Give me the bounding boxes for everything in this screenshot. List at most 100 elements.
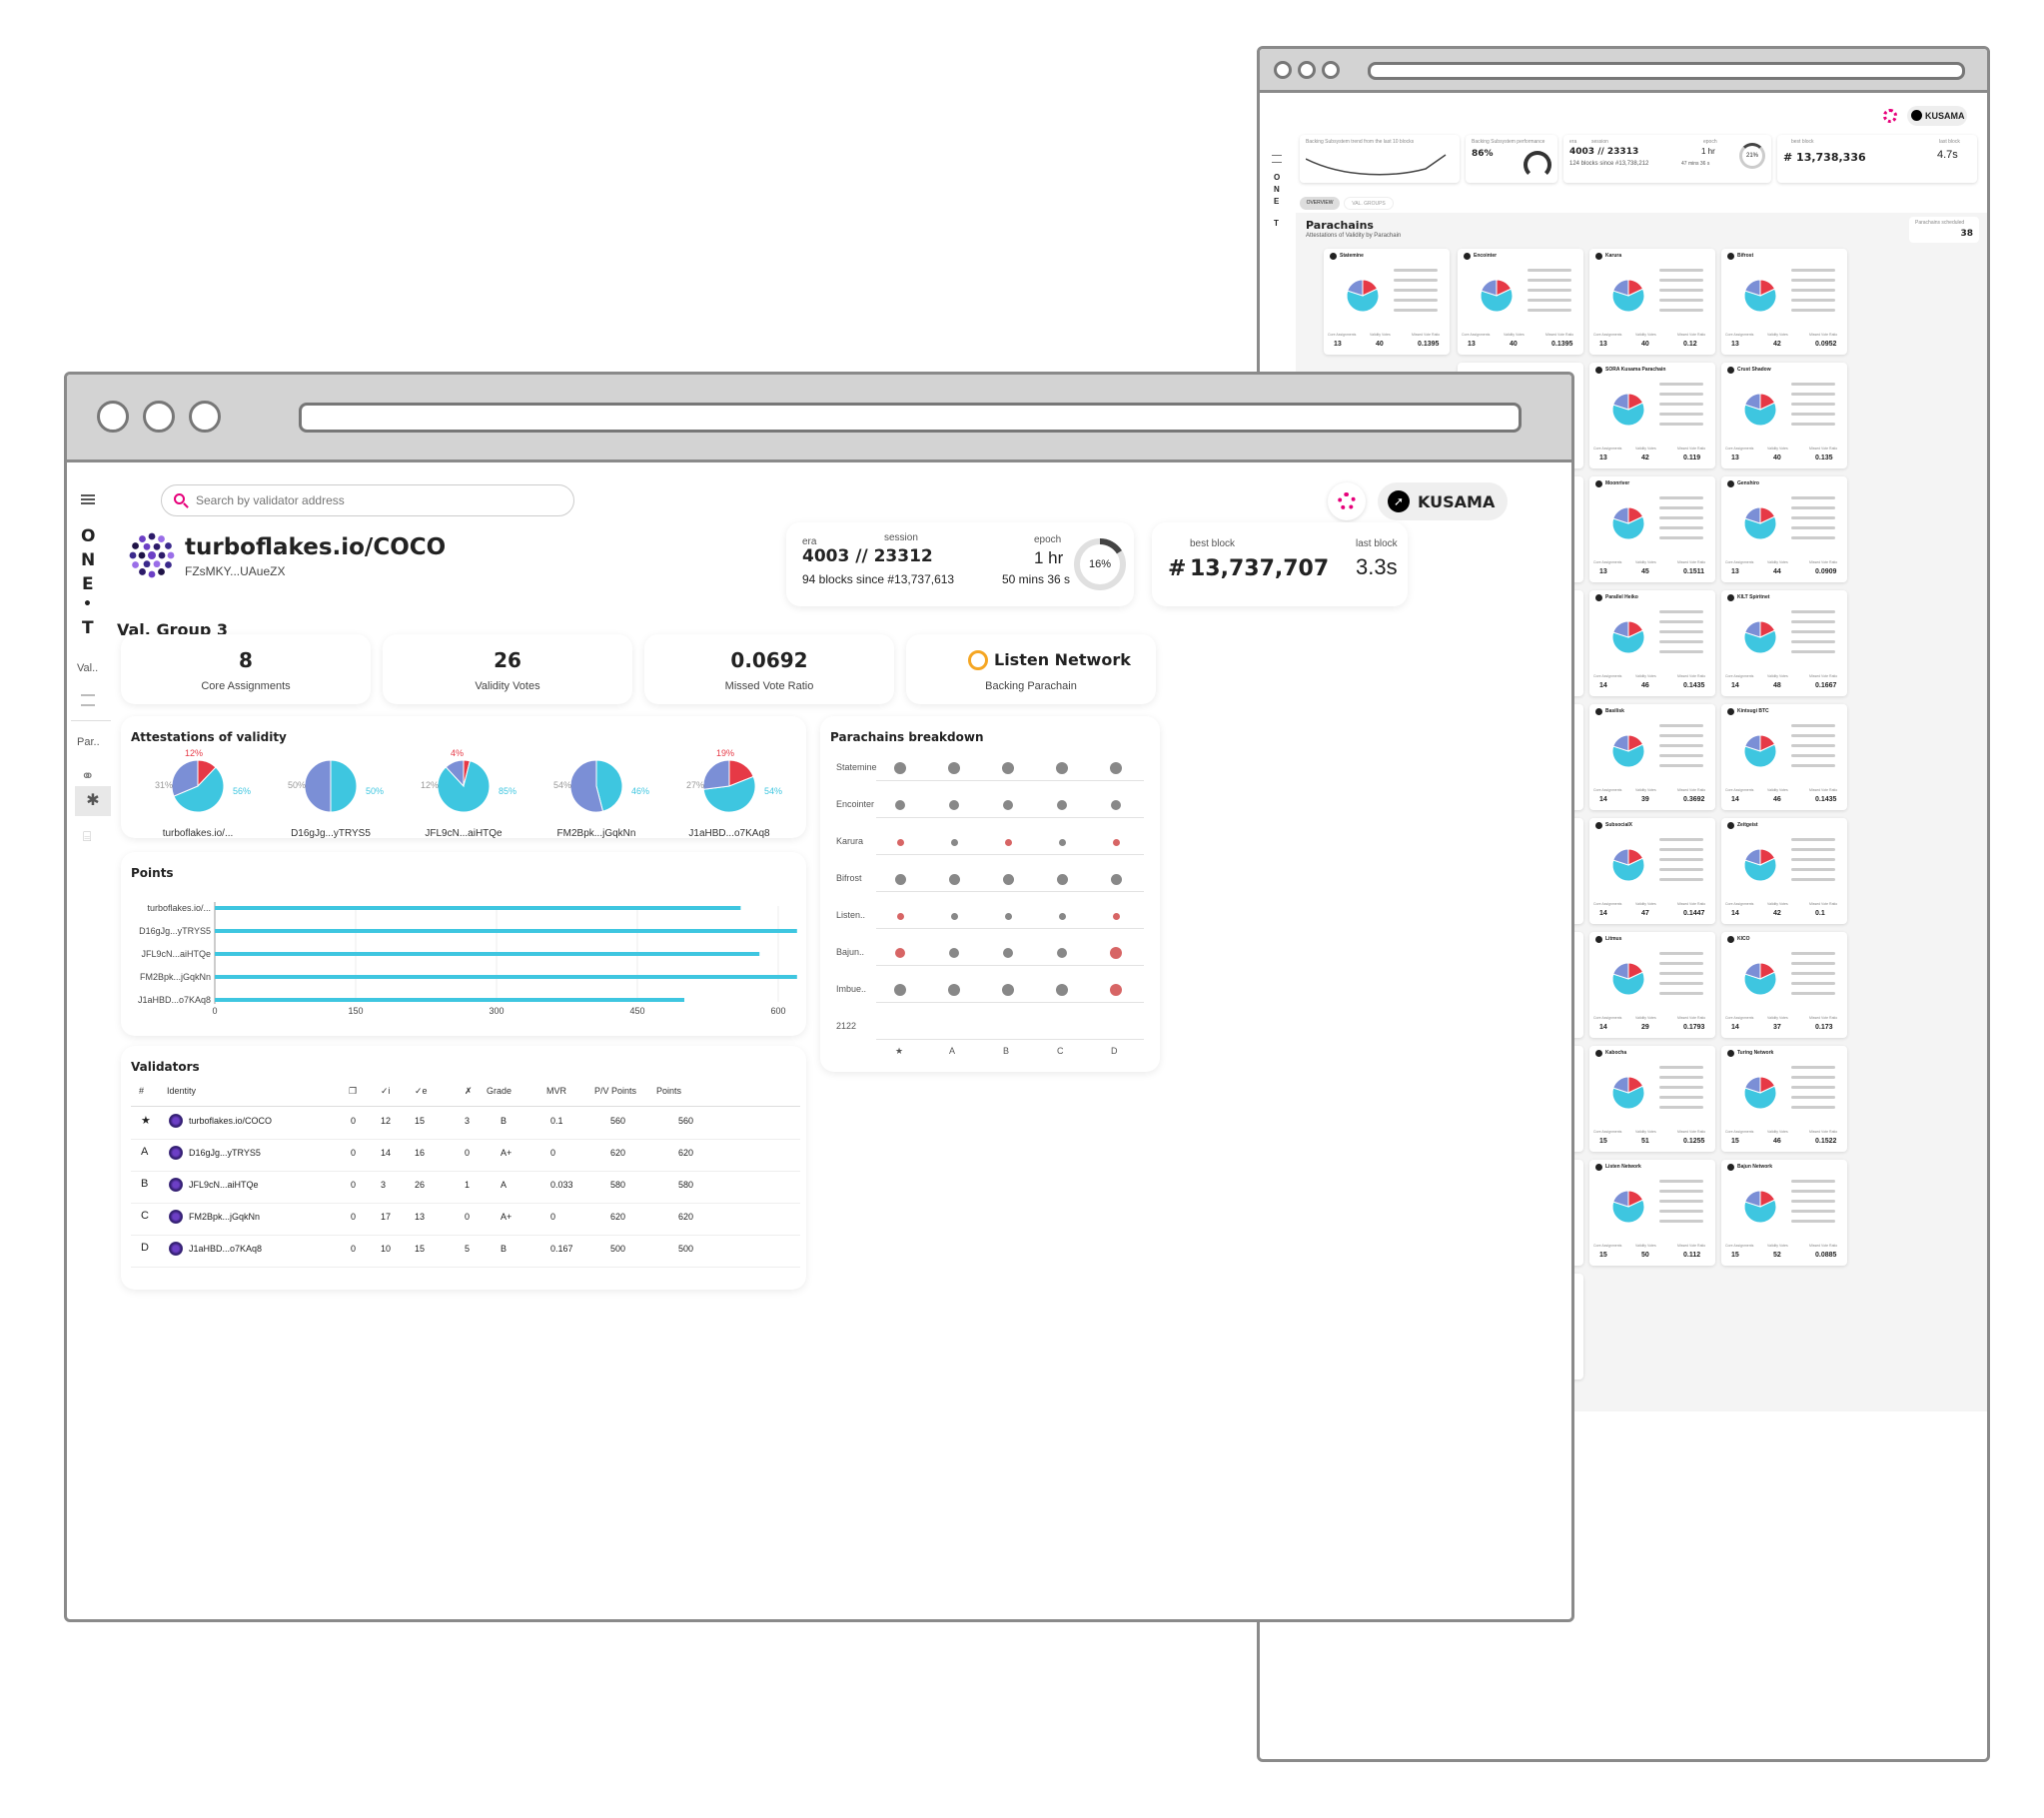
parachain-card[interactable]: Genshiro Core Assignments 13 Validity Votes… [1721, 476, 1847, 582]
col-header-2[interactable]: ❐ [349, 1086, 357, 1097]
back-tab-overview[interactable]: OVERVIEW [1300, 197, 1340, 210]
parachain-icon [1727, 1050, 1734, 1057]
validator-line [1659, 536, 1703, 539]
validator-line [1659, 620, 1703, 623]
parachain-card[interactable]: Karura Core Assignments 13 Validity Votes 40… [1589, 249, 1715, 355]
front-window-close-button[interactable] [97, 401, 129, 433]
card-stat-value: 44 [1773, 568, 1781, 575]
breakdown-dot [1110, 762, 1122, 774]
parachain-card[interactable]: Bifrost Core Assignments 13 Validity Votes 4… [1721, 249, 1847, 355]
parachain-name: Moonriver [1605, 480, 1630, 486]
validator-line [1528, 309, 1571, 312]
pie-2-label: 4% [451, 748, 464, 758]
avatar-dot [138, 551, 146, 559]
parachain-card[interactable]: Kabocha Core Assignments 15 Validity Votes 5… [1589, 1046, 1715, 1152]
card-stat-value: 0.135 [1815, 454, 1833, 461]
parachain-card[interactable]: Kintsugi BTC Core Assignments 14 Validity V… [1721, 704, 1847, 810]
cell-0: A [141, 1146, 149, 1158]
breakdown-dot [896, 912, 904, 920]
parachain-card[interactable]: Parallel Heiko Core Assignments 14 Validity… [1589, 590, 1715, 696]
parachain-card[interactable]: Listen Network Core Assignments 15 Validity… [1589, 1160, 1715, 1266]
parachain-card[interactable]: Turing Network Core Assignments 15 Validity… [1721, 1046, 1847, 1152]
front-sidebar-link-icon[interactable]: ⚭ [81, 766, 94, 786]
avatar-dot [139, 535, 146, 542]
points-bar [215, 906, 741, 910]
parachain-card[interactable]: Statemine Core Assignments 13 Validity Vote… [1324, 249, 1450, 355]
col-header-8[interactable]: P/V Points [594, 1086, 636, 1096]
parachain-card[interactable]: Bajun Network Core Assignments 15 Validity … [1721, 1160, 1847, 1266]
col-header-9[interactable]: Points [656, 1086, 681, 1096]
back-polkadot-icon[interactable] [1883, 109, 1897, 123]
card-stat-value: 0.1667 [1815, 682, 1837, 689]
parachain-card[interactable]: KICO Core Assignments 14 Validity Votes 37 Mi… [1721, 932, 1847, 1038]
col-header-5[interactable]: ✗ [465, 1086, 473, 1097]
parachain-card[interactable]: KILT Spiritnet Core Assignments 14 Validity… [1721, 590, 1847, 696]
back-parachains-title: Parachains [1306, 219, 1374, 232]
avatar-dot [129, 551, 137, 559]
card-stat-label: Validity Votes [1635, 1016, 1656, 1020]
back-window-maximize-button[interactable] [1322, 61, 1340, 79]
parachain-card[interactable]: SORA Kusama Parachain Core Assignments 13 V… [1589, 363, 1715, 468]
card-stat-label: Validity Votes [1635, 1244, 1656, 1248]
col-header-0[interactable]: # [139, 1086, 144, 1096]
card-stat-label: Validity Votes [1767, 902, 1788, 906]
pie-0-label: 56% [233, 786, 251, 796]
front-window-maximize-button[interactable] [189, 401, 221, 433]
table-row[interactable]: A D16gJg...yTRYS5 0 14 16 0 A+ 0 620 620 [131, 1140, 800, 1172]
back-window-minimize-button[interactable] [1298, 61, 1316, 79]
search-icon-handle [183, 502, 189, 508]
parachain-card[interactable]: Litmus Core Assignments 14 Validity Votes 29… [1589, 932, 1715, 1038]
back-address-bar[interactable] [1368, 62, 1965, 80]
back-perf-gauge [1524, 151, 1551, 179]
validator-line [1659, 1106, 1703, 1109]
validator-line [1791, 536, 1835, 539]
front-sidebar-network-icon-active[interactable]: ✱ [75, 786, 111, 816]
parachain-card[interactable]: Basilisk Core Assignments 14 Validity Votes… [1589, 704, 1715, 810]
card-stat-label: Missed Vote Ratio [1809, 447, 1838, 451]
back-tab-val-groups[interactable]: VAL. GROUPS [1344, 197, 1394, 210]
table-row[interactable]: B JFL9cN...aiHTQe 0 3 26 1 A 0.033 580 580 [131, 1172, 800, 1204]
card-stat-value: 46 [1773, 1138, 1781, 1145]
col-header-1[interactable]: Identity [167, 1086, 196, 1096]
parachain-card[interactable]: Crust Shadow Core Assignments 13 Validity V… [1721, 363, 1847, 468]
avatar-dot [143, 542, 151, 550]
card-stat-value: 40 [1773, 454, 1781, 461]
card-stat-value: 0.3692 [1683, 796, 1705, 803]
validator-line [1791, 1086, 1835, 1089]
front-sidebar-par-link[interactable]: Par.. [77, 736, 100, 748]
table-row[interactable]: D J1aHBD...o7KAq8 0 10 15 5 B 0.167 500 500 [131, 1236, 800, 1268]
col-header-6[interactable]: Grade [487, 1086, 511, 1096]
breakdown-dot [894, 762, 906, 774]
parachain-card[interactable]: Zeitgeist Core Assignments 14 Validity Vote… [1721, 818, 1847, 924]
card-stat-label: Missed Vote Ratio [1677, 333, 1706, 337]
validator-line [1659, 838, 1703, 841]
search-input[interactable] [196, 491, 555, 509]
attestation-name-4: J1aHBD...o7KAq8 [688, 828, 770, 839]
network-selector[interactable]: ➚ KUSAMA [1378, 482, 1508, 520]
card-stat-value: 0.173 [1815, 1024, 1833, 1031]
front-sidebar-list-icon[interactable] [81, 694, 95, 706]
polkadot-icon[interactable] [1328, 482, 1366, 520]
col-header-7[interactable]: MVR [546, 1086, 566, 1096]
parachain-card[interactable]: Encointer Core Assignments 13 Validity Vote… [1458, 249, 1583, 355]
front-sidebar-chart-icon[interactable]: ⌸ [83, 828, 91, 845]
front-search-box[interactable] [161, 484, 574, 516]
card-stat-label: Core Assignments [1725, 560, 1754, 564]
attestation-pie-4: 19% 27% 54% [686, 748, 782, 813]
validator-line [1659, 289, 1703, 292]
parachain-pie [1743, 393, 1777, 427]
table-row[interactable]: C FM2Bpk...jGqkNn 0 17 13 0 A+ 0 620 620 [131, 1204, 800, 1236]
parachain-card[interactable]: Moonriver Core Assignments 13 Validity Vote… [1589, 476, 1715, 582]
table-row[interactable]: ★ turboflakes.io/COCO 0 12 15 3 B 0.1 560 560 [131, 1108, 800, 1140]
front-address-bar[interactable] [299, 403, 1522, 433]
parachain-icon [1727, 1164, 1734, 1171]
parachain-card[interactable]: SubsocialX Core Assignments 14 Validity Vot… [1589, 818, 1715, 924]
front-window-minimize-button[interactable] [143, 401, 175, 433]
back-menu-icon[interactable] [1272, 155, 1282, 163]
col-header-4[interactable]: ✓e [415, 1086, 428, 1097]
breakdown-row-line [876, 854, 1144, 855]
back-window-close-button[interactable] [1274, 61, 1292, 79]
col-header-3[interactable]: ✓i [381, 1086, 391, 1097]
card-stat-value: 13 [1599, 568, 1607, 575]
front-sidebar-val-link[interactable]: Val.. [77, 662, 98, 674]
